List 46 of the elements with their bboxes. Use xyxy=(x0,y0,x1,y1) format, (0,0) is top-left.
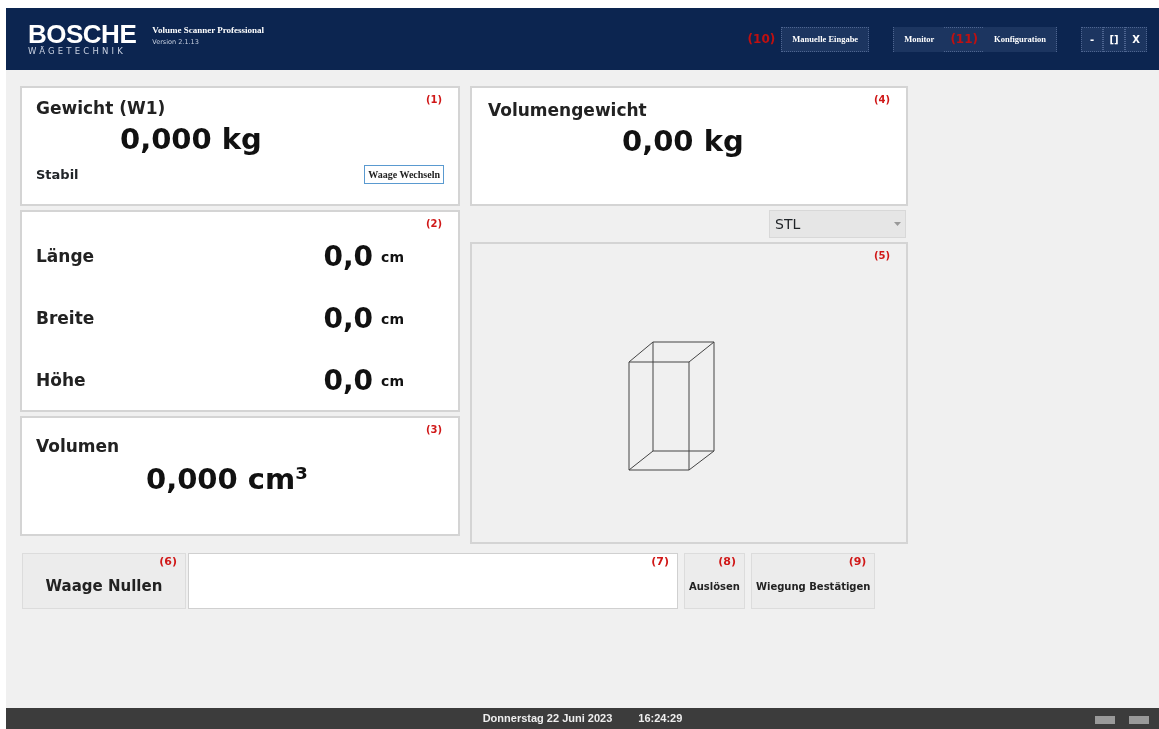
volumetric-weight-value: 0,00 kg xyxy=(622,122,744,160)
time-label: 16:24:29 xyxy=(638,711,683,727)
header-button[interactable]: Monitor xyxy=(894,26,945,52)
switch-scale-button[interactable]: Waage Wechseln xyxy=(364,165,444,185)
panel-title: Volumengewicht xyxy=(488,99,647,122)
action-button[interactable]: Auslösen (8) xyxy=(684,553,745,609)
tray-icon xyxy=(1129,716,1149,724)
header-button[interactable]: Manuelle Eingabe xyxy=(781,26,870,52)
text-field[interactable]: (7) xyxy=(188,553,678,609)
action-button[interactable]: Wiegung Bestätigen (9) xyxy=(750,553,876,609)
status-label: Stabil xyxy=(36,166,79,184)
maximize-button[interactable]: [] xyxy=(1103,26,1125,52)
action-button[interactable]: Waage Nullen (6) xyxy=(22,553,186,609)
minimize-button[interactable]: - xyxy=(1081,26,1103,52)
close-button[interactable]: X xyxy=(1125,26,1147,52)
annotation-marker: (4) xyxy=(873,93,890,107)
weight-value: 0,000 kg xyxy=(120,120,262,158)
dimension-label: Länge xyxy=(36,245,95,269)
unit-label: cm xyxy=(381,371,404,391)
annotation-marker: (2) xyxy=(425,217,442,231)
dimension-value: 0,0 xyxy=(323,239,374,275)
dimension-value: 0,0 xyxy=(323,363,374,399)
format-dropdown[interactable]: STL xyxy=(769,210,906,238)
annotation-marker: (5) xyxy=(873,249,890,263)
annotation-marker: (11) xyxy=(949,31,980,48)
annotation-marker: (3) xyxy=(425,423,442,437)
caret-icon xyxy=(894,222,901,226)
unit-label: cm xyxy=(381,309,404,329)
dimension-value: 0,0 xyxy=(323,301,374,337)
unit-label: cm xyxy=(381,247,404,267)
volume-value: 0,000 cm³ xyxy=(146,460,308,498)
annotation-marker: (6) xyxy=(159,554,177,570)
annotation-marker: (8) xyxy=(718,554,736,570)
annotation-marker: (7) xyxy=(651,554,669,570)
app-title: Volume Scanner Professional xyxy=(152,24,265,37)
tray-icon xyxy=(1095,716,1115,724)
date-label: Donnerstag 22 Juni 2023 xyxy=(482,711,613,727)
logo: BOSCHE WÄGETECHNIK xyxy=(28,22,137,56)
dimension-label: Höhe xyxy=(36,369,86,393)
panel-title: Volumen xyxy=(36,435,120,458)
dimension-label: Breite xyxy=(36,307,95,331)
annotation-marker: (9) xyxy=(848,554,867,570)
header-button[interactable]: Konfiguration xyxy=(984,26,1056,52)
annotation-marker: (10) xyxy=(746,31,777,48)
annotation-marker: (1) xyxy=(425,93,442,107)
panel-title: Gewicht (W1) xyxy=(36,97,166,120)
